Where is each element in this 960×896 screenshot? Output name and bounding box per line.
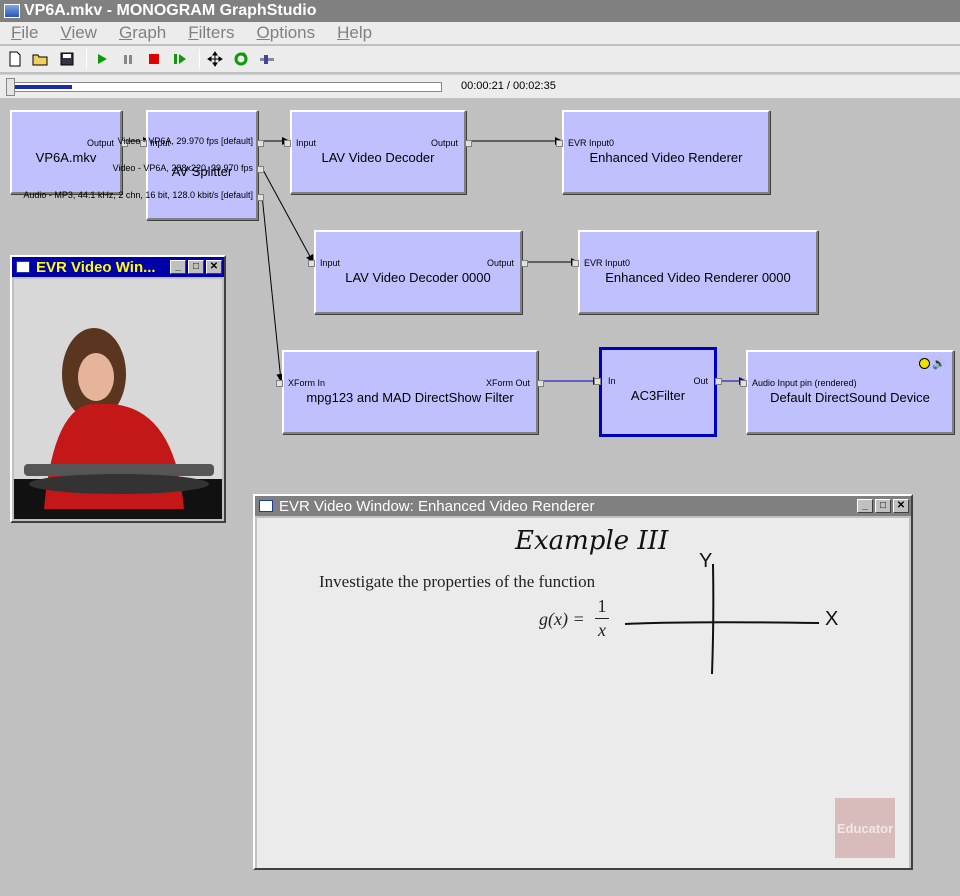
- arrange-icon[interactable]: [204, 48, 226, 70]
- close-button[interactable]: ✕: [206, 260, 222, 274]
- step-icon[interactable]: [169, 48, 191, 70]
- title-bar: VP6A.mkv - MONOGRAM GraphStudio: [0, 0, 960, 22]
- input-pin[interactable]: [276, 380, 283, 387]
- seek-progress: [14, 85, 72, 89]
- input-pin[interactable]: [556, 140, 563, 147]
- menu-file[interactable]: File: [11, 23, 38, 43]
- window-icon: [259, 500, 273, 512]
- seek-icon[interactable]: [256, 48, 278, 70]
- pin-label: Audio Input pin (rendered): [752, 378, 857, 388]
- pin-label: Out: [693, 376, 708, 386]
- output-pin[interactable]: [715, 378, 722, 385]
- filter-name: LAV Video Decoder 0000: [345, 270, 491, 285]
- video-window-large[interactable]: EVR Video Window: Enhanced Video Rendere…: [253, 494, 913, 870]
- close-button[interactable]: ✕: [893, 499, 909, 513]
- splitter-pin-video2: Video - VP6A, 288x220, 29.970 fps: [112, 163, 253, 173]
- filter-name: LAV Video Decoder: [321, 150, 435, 165]
- video-window-small[interactable]: EVR Video Win... _ □ ✕: [10, 255, 226, 523]
- filter-mpg123[interactable]: XForm In XForm Out mpg123 and MAD Direct…: [276, 350, 544, 434]
- input-pin[interactable]: [740, 380, 747, 387]
- wire-splitter-mpg: [261, 194, 285, 382]
- output-pin[interactable]: [465, 140, 472, 147]
- video-content: [14, 328, 222, 519]
- new-icon[interactable]: [4, 48, 26, 70]
- filter-lav-decoder-0000[interactable]: Input Output LAV Video Decoder 0000: [308, 230, 528, 314]
- splitter-pin-video: Video - VP6A, 29.970 fps [default]: [117, 136, 253, 146]
- toolbar: [0, 46, 960, 72]
- save-icon[interactable]: [56, 48, 78, 70]
- refresh-icon[interactable]: [230, 48, 252, 70]
- seek-time: 00:00:21 / 00:02:35: [461, 80, 556, 92]
- input-pin[interactable]: [572, 260, 579, 267]
- filter-source[interactable]: VP6A.mkv Output: [10, 110, 128, 194]
- seek-bar: 00:00:21 / 00:02:35: [0, 74, 960, 98]
- input-pin[interactable]: [594, 378, 601, 385]
- splitter-pin-audio: Audio - MP3, 44.1 kHz, 2 chn, 16 bit, 12…: [23, 190, 253, 200]
- window-title: VP6A.mkv - MONOGRAM GraphStudio: [24, 2, 317, 19]
- filter-directsound[interactable]: Audio Input pin (rendered) Default Direc…: [740, 350, 954, 434]
- minimize-button[interactable]: _: [857, 499, 873, 513]
- pin-label: Input: [296, 138, 317, 148]
- filter-lav-decoder[interactable]: Input Output LAV Video Decoder: [284, 110, 472, 194]
- video-window-title: EVR Video Win...: [36, 258, 156, 276]
- video-window-title: EVR Video Window: Enhanced Video Rendere…: [279, 497, 595, 515]
- pause-icon[interactable]: [117, 48, 139, 70]
- output-pin[interactable]: [537, 380, 544, 387]
- filter-name: VP6A.mkv: [35, 150, 97, 165]
- axis-x-label: X: [825, 608, 839, 630]
- input-pin[interactable]: [284, 140, 291, 147]
- educator-logo: Educator: [835, 798, 895, 858]
- video-frame: [14, 279, 222, 519]
- pin-label: Output: [430, 138, 458, 148]
- video-frame: Example III Investigate the properties o…: [257, 518, 909, 868]
- minimize-button[interactable]: _: [170, 260, 186, 274]
- play-icon[interactable]: [91, 48, 113, 70]
- pin-label: Input: [320, 258, 341, 268]
- speaker-icon: 🔊: [932, 358, 946, 370]
- app-icon: [4, 4, 20, 18]
- output-pin[interactable]: [257, 140, 264, 147]
- pin-label: XForm Out: [485, 378, 530, 388]
- input-pin[interactable]: [308, 260, 315, 267]
- video-window-titlebar[interactable]: EVR Video Win... _ □ ✕: [12, 257, 224, 277]
- axis-y-label: Y: [699, 550, 713, 572]
- filter-name: Enhanced Video Renderer 0000: [605, 270, 791, 285]
- output-pin[interactable]: [521, 260, 528, 267]
- menu-bar: File View Graph Filters Options Help: [0, 22, 960, 44]
- filter-ac3[interactable]: In Out AC3Filter: [594, 348, 722, 436]
- maximize-button[interactable]: □: [188, 260, 204, 274]
- menu-view[interactable]: View: [60, 23, 97, 43]
- filter-name: AC3Filter: [630, 388, 686, 403]
- pin-label: EVR Input0: [568, 138, 615, 148]
- maximize-button[interactable]: □: [875, 499, 891, 513]
- window-icon: [16, 261, 30, 273]
- filter-name: Enhanced Video Renderer: [589, 150, 743, 165]
- seek-track[interactable]: [12, 82, 442, 92]
- menu-filters[interactable]: Filters: [188, 23, 234, 43]
- hand-drawn-axes: [624, 563, 820, 675]
- output-pin[interactable]: [257, 166, 264, 173]
- stop-icon[interactable]: [143, 48, 165, 70]
- video-window-titlebar[interactable]: EVR Video Window: Enhanced Video Rendere…: [255, 496, 911, 516]
- pin-label: EVR Input0: [584, 258, 631, 268]
- menu-graph[interactable]: Graph: [119, 23, 166, 43]
- output-pin[interactable]: [257, 194, 264, 201]
- filter-name: Default DirectSound Device: [770, 390, 930, 405]
- filter-evr[interactable]: EVR Input0 Enhanced Video Renderer: [556, 110, 770, 194]
- filter-evr-0000[interactable]: EVR Input0 Enhanced Video Renderer 0000: [572, 230, 818, 314]
- toolbar-separator: [86, 49, 87, 69]
- open-icon[interactable]: [30, 48, 52, 70]
- pin-label: Output: [486, 258, 514, 268]
- graph-canvas[interactable]: VP6A.mkv Output Input AV Splitter Video …: [0, 98, 960, 896]
- clock-icon: [919, 358, 930, 369]
- pin-label: Output: [86, 138, 114, 148]
- menu-help[interactable]: Help: [337, 23, 372, 43]
- seek-thumb[interactable]: [6, 78, 15, 96]
- pin-label: In: [608, 376, 616, 386]
- toolbar-separator: [199, 49, 200, 69]
- filter-name: mpg123 and MAD DirectShow Filter: [306, 390, 514, 405]
- pin-label: XForm In: [288, 378, 326, 388]
- menu-options[interactable]: Options: [257, 23, 316, 43]
